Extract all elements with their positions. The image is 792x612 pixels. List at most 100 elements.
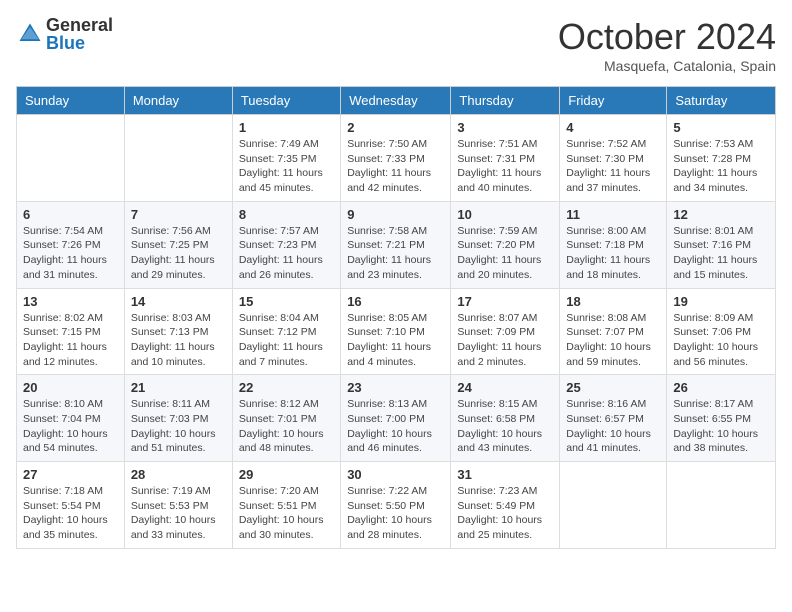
day-number: 27 [23,467,118,482]
day-number: 29 [239,467,334,482]
weekday-header: Saturday [667,87,776,115]
calendar-cell: 28Sunrise: 7:19 AM Sunset: 5:53 PM Dayli… [124,462,232,549]
day-info: Sunrise: 8:01 AM Sunset: 7:16 PM Dayligh… [673,224,769,283]
calendar-cell: 4 Sunrise: 7:52 AM Sunset: 7:30 PM Daylig… [560,115,667,202]
day-number: 6 [23,207,118,222]
day-info: Sunrise: 8:02 AM Sunset: 7:15 PM Dayligh… [23,311,118,370]
day-number: 15 [239,294,334,309]
calendar-cell: 12 Sunrise: 8:01 AM Sunset: 7:16 PM Dayli… [667,201,776,288]
calendar-cell [17,115,125,202]
calendar-week-row: 27 Sunrise: 7:18 AM Sunset: 5:54 PM Dayli… [17,462,776,549]
calendar-cell: 16 Sunrise: 8:05 AM Sunset: 7:10 PM Dayli… [341,288,451,375]
day-info: Sunrise: 7:54 AM Sunset: 7:26 PM Dayligh… [23,224,118,283]
calendar-cell: 3Sunrise: 7:51 AM Sunset: 7:31 PM Daylig… [451,115,560,202]
day-info: Sunrise: 8:11 AM Sunset: 7:03 PM Dayligh… [131,397,226,456]
weekday-header: Tuesday [232,87,340,115]
day-info: Sunrise: 8:05 AM Sunset: 7:10 PM Dayligh… [347,311,444,370]
calendar-cell: 6 Sunrise: 7:54 AM Sunset: 7:26 PM Daylig… [17,201,125,288]
day-info: Sunrise: 8:08 AM Sunset: 7:07 PM Dayligh… [566,311,660,370]
day-number: 12 [673,207,769,222]
day-number: 30 [347,467,444,482]
calendar-cell [667,462,776,549]
calendar-table: SundayMondayTuesdayWednesdayThursdayFrid… [16,86,776,549]
calendar-cell: 17Sunrise: 8:07 AM Sunset: 7:09 PM Dayli… [451,288,560,375]
day-info: Sunrise: 8:09 AM Sunset: 7:06 PM Dayligh… [673,311,769,370]
day-info: Sunrise: 8:10 AM Sunset: 7:04 PM Dayligh… [23,397,118,456]
day-info: Sunrise: 7:18 AM Sunset: 5:54 PM Dayligh… [23,484,118,543]
calendar-cell [560,462,667,549]
day-number: 5 [673,120,769,135]
day-info: Sunrise: 7:59 AM Sunset: 7:20 PM Dayligh… [457,224,553,283]
weekday-header: Friday [560,87,667,115]
day-info: Sunrise: 7:56 AM Sunset: 7:25 PM Dayligh… [131,224,226,283]
day-number: 10 [457,207,553,222]
day-number: 18 [566,294,660,309]
calendar-cell: 30 Sunrise: 7:22 AM Sunset: 5:50 PM Dayli… [341,462,451,549]
calendar-cell: 10 Sunrise: 7:59 AM Sunset: 7:20 PM Dayli… [451,201,560,288]
day-info: Sunrise: 7:49 AM Sunset: 7:35 PM Dayligh… [239,137,334,196]
calendar-cell: 29 Sunrise: 7:20 AM Sunset: 5:51 PM Dayli… [232,462,340,549]
logo-general: General [46,16,113,34]
day-info: Sunrise: 8:16 AM Sunset: 6:57 PM Dayligh… [566,397,660,456]
calendar-cell: 21Sunrise: 8:11 AM Sunset: 7:03 PM Dayli… [124,375,232,462]
calendar-cell: 26 Sunrise: 8:17 AM Sunset: 6:55 PM Dayli… [667,375,776,462]
logo-icon [16,20,44,48]
calendar-cell [124,115,232,202]
calendar-cell: 7 Sunrise: 7:56 AM Sunset: 7:25 PM Daylig… [124,201,232,288]
calendar-cell: 15 Sunrise: 8:04 AM Sunset: 7:12 PM Dayli… [232,288,340,375]
calendar-cell: 11 Sunrise: 8:00 AM Sunset: 7:18 PM Dayli… [560,201,667,288]
location: Masquefa, Catalonia, Spain [558,58,776,74]
day-info: Sunrise: 8:15 AM Sunset: 6:58 PM Dayligh… [457,397,553,456]
weekday-header: Sunday [17,87,125,115]
calendar-cell: 22 Sunrise: 8:12 AM Sunset: 7:01 PM Dayli… [232,375,340,462]
day-number: 11 [566,207,660,222]
weekday-header: Monday [124,87,232,115]
day-number: 1 [239,120,334,135]
calendar-cell: 1 Sunrise: 7:49 AM Sunset: 7:35 PM Daylig… [232,115,340,202]
calendar-week-row: 13 Sunrise: 8:02 AM Sunset: 7:15 PM Dayli… [17,288,776,375]
day-number: 13 [23,294,118,309]
calendar-week-row: 6 Sunrise: 7:54 AM Sunset: 7:26 PM Daylig… [17,201,776,288]
calendar-week-row: 1 Sunrise: 7:49 AM Sunset: 7:35 PM Daylig… [17,115,776,202]
day-number: 26 [673,380,769,395]
day-number: 31 [457,467,553,482]
day-number: 8 [239,207,334,222]
day-info: Sunrise: 8:04 AM Sunset: 7:12 PM Dayligh… [239,311,334,370]
logo-text: General Blue [46,16,113,52]
day-number: 4 [566,120,660,135]
calendar-cell: 25 Sunrise: 8:16 AM Sunset: 6:57 PM Dayli… [560,375,667,462]
day-number: 2 [347,120,444,135]
month-title: October 2024 [558,16,776,58]
day-info: Sunrise: 8:13 AM Sunset: 7:00 PM Dayligh… [347,397,444,456]
calendar-cell: 18 Sunrise: 8:08 AM Sunset: 7:07 PM Dayli… [560,288,667,375]
day-info: Sunrise: 8:03 AM Sunset: 7:13 PM Dayligh… [131,311,226,370]
day-info: Sunrise: 8:17 AM Sunset: 6:55 PM Dayligh… [673,397,769,456]
day-number: 19 [673,294,769,309]
day-number: 24 [457,380,553,395]
day-info: Sunrise: 7:20 AM Sunset: 5:51 PM Dayligh… [239,484,334,543]
calendar-week-row: 20Sunrise: 8:10 AM Sunset: 7:04 PM Dayli… [17,375,776,462]
day-number: 23 [347,380,444,395]
page-header: General Blue October 2024 Masquefa, Cata… [16,16,776,74]
day-info: Sunrise: 8:07 AM Sunset: 7:09 PM Dayligh… [457,311,553,370]
day-number: 7 [131,207,226,222]
weekday-header: Thursday [451,87,560,115]
day-number: 16 [347,294,444,309]
calendar-cell: 31 Sunrise: 7:23 AM Sunset: 5:49 PM Dayli… [451,462,560,549]
calendar-cell: 13 Sunrise: 8:02 AM Sunset: 7:15 PM Dayli… [17,288,125,375]
calendar-cell: 9Sunrise: 7:58 AM Sunset: 7:21 PM Daylig… [341,201,451,288]
day-info: Sunrise: 8:00 AM Sunset: 7:18 PM Dayligh… [566,224,660,283]
calendar-cell: 8Sunrise: 7:57 AM Sunset: 7:23 PM Daylig… [232,201,340,288]
day-info: Sunrise: 7:23 AM Sunset: 5:49 PM Dayligh… [457,484,553,543]
day-info: Sunrise: 7:19 AM Sunset: 5:53 PM Dayligh… [131,484,226,543]
day-info: Sunrise: 8:12 AM Sunset: 7:01 PM Dayligh… [239,397,334,456]
day-number: 22 [239,380,334,395]
logo: General Blue [16,16,113,52]
day-info: Sunrise: 7:53 AM Sunset: 7:28 PM Dayligh… [673,137,769,196]
title-block: October 2024 Masquefa, Catalonia, Spain [558,16,776,74]
calendar-cell: 23 Sunrise: 8:13 AM Sunset: 7:00 PM Dayli… [341,375,451,462]
calendar-cell: 27 Sunrise: 7:18 AM Sunset: 5:54 PM Dayli… [17,462,125,549]
day-info: Sunrise: 7:52 AM Sunset: 7:30 PM Dayligh… [566,137,660,196]
day-number: 25 [566,380,660,395]
day-info: Sunrise: 7:22 AM Sunset: 5:50 PM Dayligh… [347,484,444,543]
